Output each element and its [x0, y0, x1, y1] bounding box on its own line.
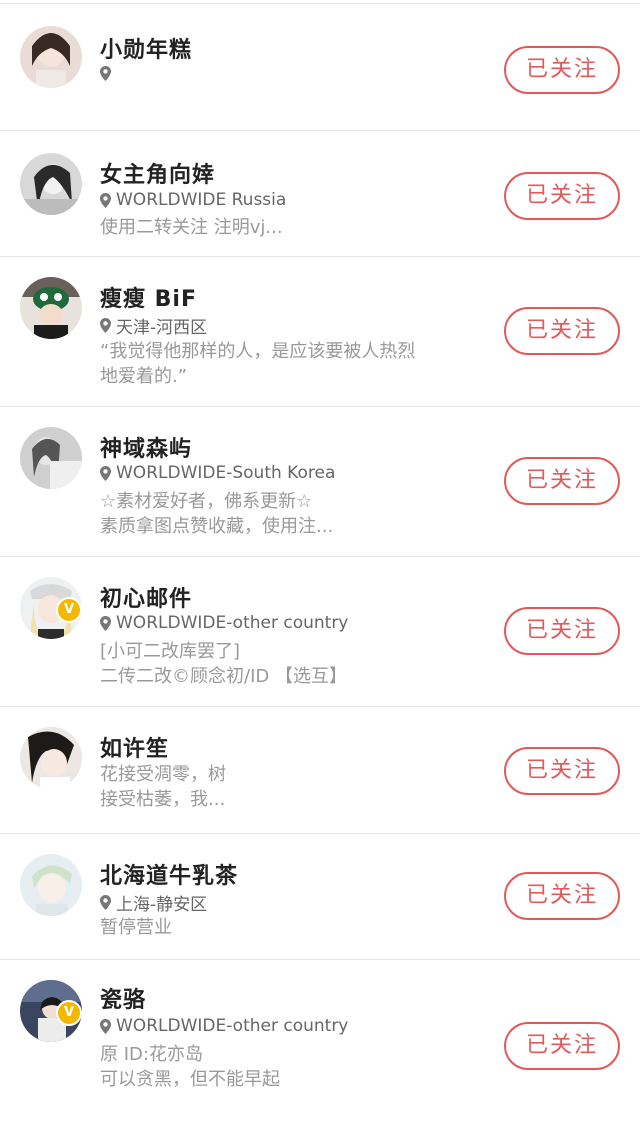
location-pin-icon [100, 1018, 111, 1034]
user-bio: [小可二改库罢了] 二传二改©顾念初/ID 【选互】 [100, 641, 347, 687]
list-item[interactable]: 女主角向婞 WORLDWIDE Russia 使用二转关注 注明vj... 已关… [0, 131, 640, 257]
location-pin-icon [100, 895, 111, 910]
location [100, 66, 116, 81]
list-item[interactable]: 北海道牛乳茶 上海-静安区 暂停营业 已关注 [0, 834, 640, 960]
user-name[interactable]: 神域森屿 [100, 431, 192, 463]
following-list: 小勋年糕 已关注 女主角向婞 WORLDWIDE Russia 使用二转关注 注… [0, 4, 640, 1122]
location-text: WORLDWIDE-other country [116, 1016, 349, 1036]
user-name[interactable]: 瘦瘦 BiF [100, 281, 197, 313]
location: WORLDWIDE-other country [100, 613, 348, 633]
location-text: WORLDWIDE-other country [116, 613, 349, 633]
followed-button[interactable]: 已关注 [504, 307, 620, 355]
location: WORLDWIDE-South Korea [100, 463, 335, 483]
location-pin-icon [100, 318, 111, 333]
location-pin-icon [100, 66, 111, 81]
avatar[interactable] [20, 727, 82, 789]
user-bio: ☆素材爱好者，佛系更新☆ 素质拿图点赞收藏，使用注... [100, 491, 334, 537]
avatar[interactable] [20, 854, 82, 916]
user-bio: “我觉得他那样的人，是应该要被人热烈 地爱着的.” [100, 341, 416, 387]
user-name[interactable]: 北海道牛乳茶 [100, 858, 238, 890]
avatar[interactable] [20, 427, 82, 489]
location-text: WORLDWIDE Russia [116, 190, 287, 210]
location-pin-icon [100, 465, 111, 481]
location-text: 天津-河西区 [116, 318, 208, 338]
location-pin-icon [100, 192, 111, 208]
avatar[interactable] [20, 277, 82, 339]
avatar[interactable] [20, 26, 82, 88]
location-text: WORLDWIDE-South Korea [116, 463, 336, 483]
list-item[interactable]: 瘦瘦 BiF 天津-河西区 “我觉得他那样的人，是应该要被人热烈 地爱着的.” … [0, 257, 640, 407]
location: WORLDWIDE Russia [100, 190, 286, 210]
user-name[interactable]: 如许笙 [100, 731, 169, 763]
location: 上海-静安区 [100, 890, 207, 915]
followed-button[interactable]: 已关注 [504, 747, 620, 795]
user-bio: 花接受凋零，树 接受枯萎，我... [100, 764, 226, 810]
verified-badge-icon: V [56, 597, 82, 623]
followed-button[interactable]: 已关注 [504, 172, 620, 220]
location-pin-icon [100, 615, 111, 631]
followed-button[interactable]: 已关注 [504, 1022, 620, 1070]
user-name[interactable]: 女主角向婞 [100, 157, 215, 189]
location: 天津-河西区 [100, 313, 207, 338]
user-name[interactable]: 初心邮件 [100, 581, 192, 613]
followed-button[interactable]: 已关注 [504, 607, 620, 655]
followed-button[interactable]: 已关注 [504, 872, 620, 920]
verified-badge-icon: V [56, 1000, 82, 1026]
list-item[interactable]: 如许笙 花接受凋零，树 接受枯萎，我... 已关注 [0, 707, 640, 834]
list-item[interactable]: V 初心邮件 WORLDWIDE-other country [小可二改库罢了]… [0, 557, 640, 707]
followed-button[interactable]: 已关注 [504, 457, 620, 505]
location: WORLDWIDE-other country [100, 1016, 348, 1036]
user-bio: 原 ID:花亦岛 可以贪黑，但不能早起 [100, 1044, 280, 1090]
user-name[interactable]: 瓷骆 [100, 982, 146, 1014]
user-bio: 暂停营业 [100, 917, 172, 938]
user-bio: 使用二转关注 注明vj... [100, 217, 283, 238]
list-item[interactable]: V 瓷骆 WORLDWIDE-other country 原 ID:花亦岛 可以… [0, 960, 640, 1122]
list-item[interactable]: 小勋年糕 已关注 [0, 4, 640, 131]
list-item[interactable]: 神域森屿 WORLDWIDE-South Korea ☆素材爱好者，佛系更新☆ … [0, 407, 640, 557]
location-text: 上海-静安区 [116, 895, 208, 915]
user-name[interactable]: 小勋年糕 [100, 32, 192, 64]
followed-button[interactable]: 已关注 [504, 46, 620, 94]
avatar[interactable] [20, 153, 82, 215]
